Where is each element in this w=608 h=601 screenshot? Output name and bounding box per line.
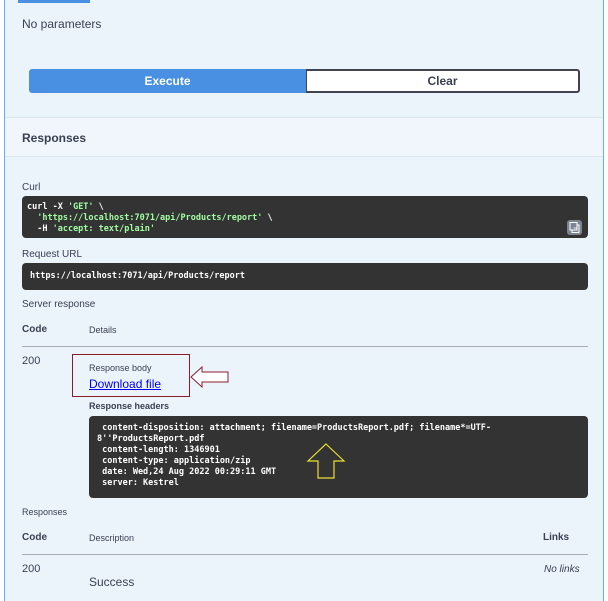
request-url-label: Request URL xyxy=(22,249,83,260)
execute-button[interactable]: Execute xyxy=(29,69,306,93)
responses-section-title: Responses xyxy=(22,131,87,145)
action-button-group: Execute Clear xyxy=(29,69,580,93)
responses-table-label: Responses xyxy=(22,507,68,517)
responses-header-bar xyxy=(5,117,603,157)
server-response-label: Server response xyxy=(22,299,96,310)
curl-url: 'https://localhost:7071/api/Products/rep… xyxy=(27,213,263,223)
curl-line2-end: \ xyxy=(262,213,273,223)
responses-description-header: Description xyxy=(89,533,135,543)
curl-code-block: curl -X 'GET' \ 'https://localhost:7071/… xyxy=(22,196,588,238)
response-row-description: Success xyxy=(89,575,135,589)
server-response-code-header: Code xyxy=(22,324,47,335)
no-parameters-text: No parameters xyxy=(22,17,102,31)
curl-header-value: 'accept: text/plain' xyxy=(52,224,155,234)
response-row-links: No links xyxy=(544,564,580,575)
response-row-code: 200 xyxy=(22,563,41,575)
responses-code-header: Code xyxy=(22,532,47,543)
copy-to-clipboard-icon[interactable] xyxy=(567,220,582,235)
responses-table-divider xyxy=(22,554,588,555)
server-response-divider xyxy=(22,346,588,347)
request-url-value: https://localhost:7071/api/Products/repo… xyxy=(22,263,588,290)
curl-command: curl -X xyxy=(27,202,68,212)
up-arrow-annotation-icon xyxy=(306,443,346,479)
curl-header-flag: -H xyxy=(27,224,53,234)
server-response-status-code: 200 xyxy=(22,355,41,367)
response-body-label: Response body xyxy=(89,363,152,373)
active-tab-indicator xyxy=(18,0,90,3)
response-headers-label: Response headers xyxy=(89,401,170,411)
left-arrow-annotation-icon xyxy=(190,366,229,388)
clear-button[interactable]: Clear xyxy=(306,69,580,93)
download-file-link[interactable]: Download file xyxy=(89,377,161,391)
curl-method: 'GET' xyxy=(67,202,94,212)
curl-line1-end: \ xyxy=(93,202,104,212)
curl-label: Curl xyxy=(22,182,41,193)
server-response-details-header: Details xyxy=(89,325,117,335)
responses-links-header: Links xyxy=(543,532,570,543)
